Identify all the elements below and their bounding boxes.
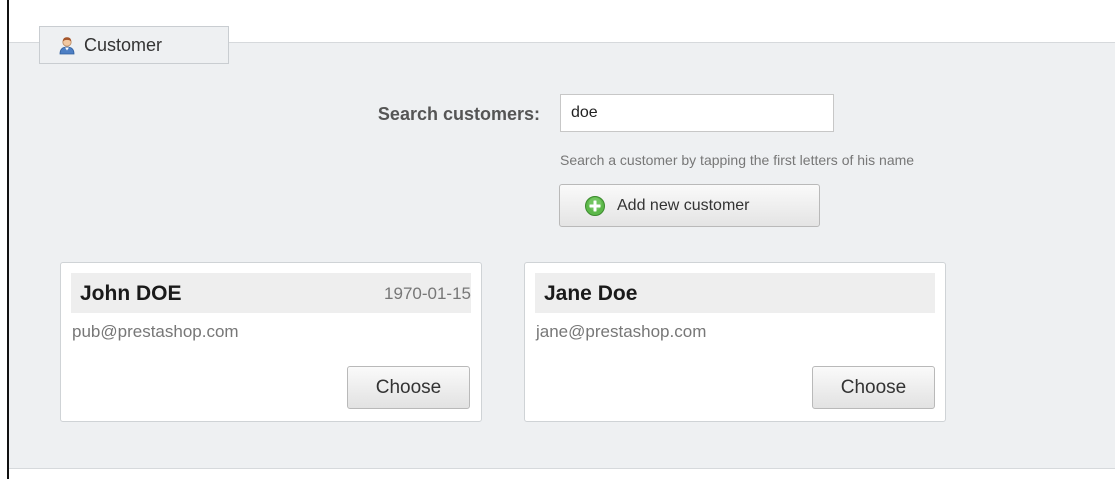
customer-email: pub@prestashop.com [72,322,239,341]
customer-name: Jane Doe [544,282,638,305]
customer-card-header: John DOE 1970-01-15 [71,273,471,313]
search-hint: Search a customer by tapping the first l… [560,152,915,168]
customer-birthday: 1970-01-15 [384,284,471,303]
customer-card: Jane Doe jane@prestashop.com Choose [524,262,946,422]
search-label: Search customers: [377,104,540,124]
panel-legend: Customer [39,26,229,64]
choose-customer-button[interactable]: Choose [347,366,470,409]
add-new-customer-label: Add new customer [617,196,750,214]
customer-icon [57,35,77,55]
search-input[interactable] [560,94,834,132]
customer-card-header: Jane Doe [535,273,935,313]
panel-title: Customer [84,34,163,55]
customer-name: John DOE [80,282,182,305]
choose-customer-button[interactable]: Choose [812,366,935,409]
plus-circle-icon [584,195,606,217]
customer-page: Customer Search customers: Search a cust… [0,0,1115,479]
add-new-customer-button[interactable]: Add new customer [559,184,820,227]
customer-email: jane@prestashop.com [536,322,707,341]
customer-card: John DOE 1970-01-15 pub@prestashop.com C… [60,262,482,422]
